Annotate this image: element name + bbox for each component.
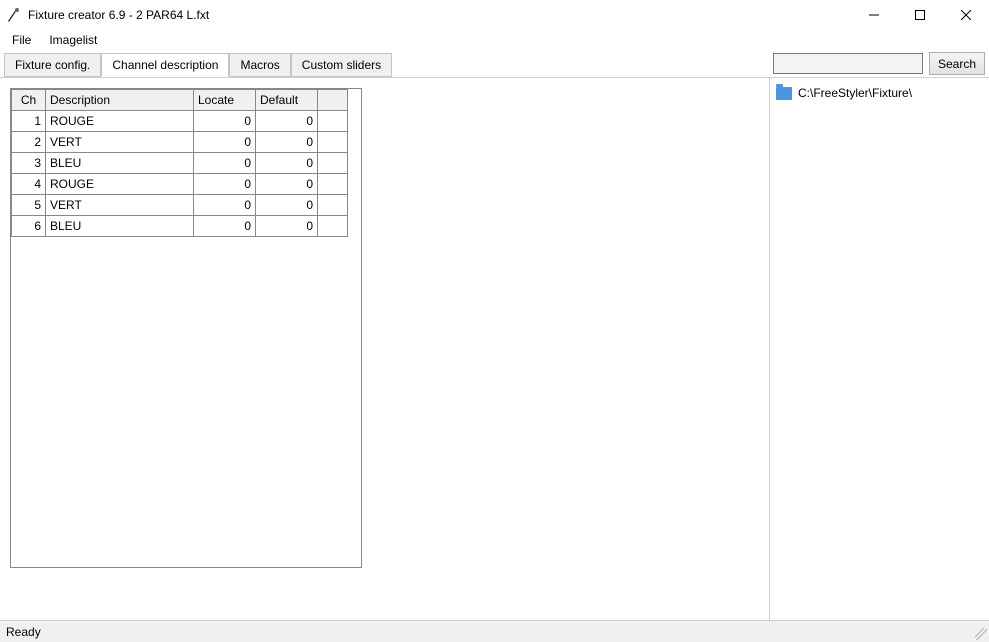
table-row[interactable]: 1ROUGE00 [12, 111, 348, 132]
cell-description[interactable]: ROUGE [46, 111, 194, 132]
tab-custom-sliders[interactable]: Custom sliders [291, 53, 392, 77]
status-bar: Ready [0, 620, 989, 642]
menu-imagelist[interactable]: Imagelist [41, 31, 105, 49]
cell-ch[interactable]: 5 [12, 195, 46, 216]
header-default[interactable]: Default [256, 90, 318, 111]
table-row[interactable]: 2VERT00 [12, 132, 348, 153]
cell-default[interactable]: 0 [256, 132, 318, 153]
header-locate[interactable]: Locate [194, 90, 256, 111]
cell-extra[interactable] [318, 216, 348, 237]
cell-ch[interactable]: 3 [12, 153, 46, 174]
cell-extra[interactable] [318, 174, 348, 195]
maximize-button[interactable] [897, 0, 943, 30]
window-title: Fixture creator 6.9 - 2 PAR64 L.fxt [28, 8, 209, 22]
cell-default[interactable]: 0 [256, 195, 318, 216]
toolbar-row: Fixture config. Channel description Macr… [0, 50, 989, 78]
cell-default[interactable]: 0 [256, 153, 318, 174]
cell-locate[interactable]: 0 [194, 132, 256, 153]
minimize-button[interactable] [851, 0, 897, 30]
right-pane: C:\FreeStyler\Fixture\ [769, 78, 989, 620]
content-area: Ch Description Locate Default 1ROUGE002V… [0, 78, 989, 620]
cell-description[interactable]: VERT [46, 195, 194, 216]
cell-locate[interactable]: 0 [194, 153, 256, 174]
tab-fixture-config[interactable]: Fixture config. [4, 53, 101, 77]
table-row[interactable]: 6BLEU00 [12, 216, 348, 237]
search-area: Search [773, 50, 989, 77]
search-button[interactable]: Search [929, 52, 985, 75]
cell-extra[interactable] [318, 195, 348, 216]
cell-default[interactable]: 0 [256, 111, 318, 132]
cell-ch[interactable]: 4 [12, 174, 46, 195]
cell-description[interactable]: VERT [46, 132, 194, 153]
cell-default[interactable]: 0 [256, 216, 318, 237]
tree-path: C:\FreeStyler\Fixture\ [798, 86, 912, 100]
tree-root[interactable]: C:\FreeStyler\Fixture\ [774, 84, 985, 102]
menu-bar: File Imagelist [0, 30, 989, 50]
cell-locate[interactable]: 0 [194, 216, 256, 237]
cell-locate[interactable]: 0 [194, 111, 256, 132]
window-controls [851, 0, 989, 30]
table-row[interactable]: 3BLEU00 [12, 153, 348, 174]
table-row[interactable]: 5VERT00 [12, 195, 348, 216]
channel-table-wrap[interactable]: Ch Description Locate Default 1ROUGE002V… [10, 88, 362, 568]
tab-channel-description[interactable]: Channel description [101, 53, 229, 77]
header-description[interactable]: Description [46, 90, 194, 111]
cell-locate[interactable]: 0 [194, 195, 256, 216]
close-button[interactable] [943, 0, 989, 30]
search-input[interactable] [773, 53, 923, 74]
cell-description[interactable]: BLEU [46, 153, 194, 174]
status-text: Ready [6, 625, 41, 639]
cell-ch[interactable]: 2 [12, 132, 46, 153]
cell-locate[interactable]: 0 [194, 174, 256, 195]
cell-extra[interactable] [318, 153, 348, 174]
menu-file[interactable]: File [4, 31, 39, 49]
tab-strip: Fixture config. Channel description Macr… [0, 50, 773, 77]
tab-macros[interactable]: Macros [229, 53, 290, 77]
channel-table: Ch Description Locate Default 1ROUGE002V… [11, 89, 348, 237]
app-icon [6, 7, 22, 23]
header-ch[interactable]: Ch [12, 90, 46, 111]
left-pane: Ch Description Locate Default 1ROUGE002V… [0, 78, 769, 620]
header-extra[interactable] [318, 90, 348, 111]
cell-extra[interactable] [318, 132, 348, 153]
cell-description[interactable]: BLEU [46, 216, 194, 237]
table-header-row: Ch Description Locate Default [12, 90, 348, 111]
cell-extra[interactable] [318, 111, 348, 132]
cell-description[interactable]: ROUGE [46, 174, 194, 195]
cell-ch[interactable]: 1 [12, 111, 46, 132]
cell-default[interactable]: 0 [256, 174, 318, 195]
title-bar: Fixture creator 6.9 - 2 PAR64 L.fxt [0, 0, 989, 30]
folder-icon [776, 87, 792, 100]
cell-ch[interactable]: 6 [12, 216, 46, 237]
table-row[interactable]: 4ROUGE00 [12, 174, 348, 195]
resize-grip[interactable] [975, 628, 987, 640]
